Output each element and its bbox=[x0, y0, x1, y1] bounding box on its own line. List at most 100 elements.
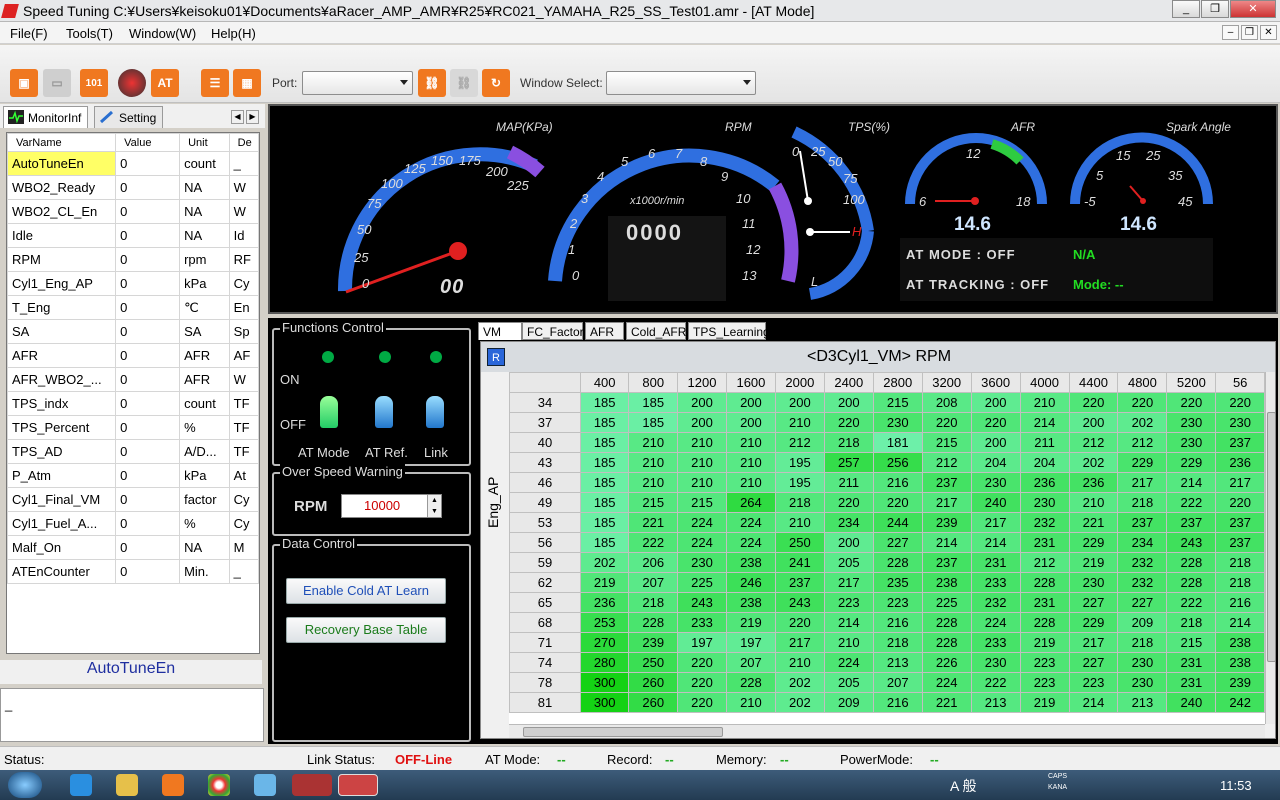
vm-row-header[interactable]: 62 bbox=[509, 572, 581, 593]
vm-table-cell[interactable]: 234 bbox=[1117, 532, 1168, 553]
vm-table-cell[interactable]: 218 bbox=[872, 632, 923, 653]
vm-table-cell[interactable]: 222 bbox=[1166, 492, 1217, 513]
vm-row-header[interactable]: 34 bbox=[509, 392, 581, 413]
tab-setting[interactable]: Setting bbox=[94, 106, 164, 128]
vm-table-cell[interactable]: 239 bbox=[921, 512, 972, 533]
vm-table-cell[interactable]: 220 bbox=[774, 612, 825, 633]
vm-table-cell[interactable]: 217 bbox=[1215, 472, 1265, 493]
vm-table-cell[interactable]: 202 bbox=[579, 552, 630, 573]
tab-afr[interactable]: AFR bbox=[585, 322, 624, 340]
vm-table-cell[interactable]: 233 bbox=[970, 572, 1021, 593]
vm-table-cell[interactable]: 260 bbox=[628, 692, 679, 713]
vm-table-cell[interactable]: 202 bbox=[774, 692, 825, 713]
vm-table-cell[interactable]: 228 bbox=[921, 612, 972, 633]
vm-table-cell[interactable]: 224 bbox=[970, 612, 1021, 633]
vm-row-header[interactable]: 71 bbox=[509, 632, 581, 653]
connect-link-icon[interactable]: ⛓ bbox=[418, 69, 446, 97]
vm-table-cell[interactable]: 220 bbox=[823, 412, 874, 433]
vm-table-cell[interactable]: 218 bbox=[823, 432, 874, 453]
vm-table-cell[interactable]: 223 bbox=[1019, 652, 1070, 673]
vm-table-cell[interactable]: 246 bbox=[725, 572, 776, 593]
vm-table-cell[interactable]: 210 bbox=[725, 472, 776, 493]
vm-table-cell[interactable]: 218 bbox=[774, 492, 825, 513]
vm-table-cell[interactable]: 243 bbox=[774, 592, 825, 613]
vm-table-cell[interactable]: 210 bbox=[725, 432, 776, 453]
vm-table-cell[interactable]: 220 bbox=[1166, 392, 1217, 413]
disconnect-link-icon[interactable]: ⛓ bbox=[450, 69, 478, 97]
rpm-limit-input[interactable]: 10000 ▲ ▼ bbox=[341, 494, 442, 518]
vm-table-cell[interactable]: 185 bbox=[628, 392, 679, 413]
minimize-button[interactable]: _ bbox=[1172, 0, 1200, 18]
vm-table-cell[interactable]: 215 bbox=[628, 492, 679, 513]
var-table-row[interactable]: WBO2_CL_En 0 NA W bbox=[7, 199, 259, 224]
vm-table-cell[interactable]: 232 bbox=[970, 592, 1021, 613]
vm-table-cell[interactable]: 213 bbox=[1117, 692, 1168, 713]
vm-table-cell[interactable]: 200 bbox=[970, 392, 1021, 413]
vm-table-cell[interactable]: 214 bbox=[921, 532, 972, 553]
vm-table-cell[interactable]: 216 bbox=[872, 612, 923, 633]
vm-table-cell[interactable]: 219 bbox=[1019, 632, 1070, 653]
window-layout-icon[interactable]: ▦ bbox=[233, 69, 261, 97]
vm-table-cell[interactable]: 197 bbox=[725, 632, 776, 653]
vm-table-cell[interactable]: 204 bbox=[1019, 452, 1070, 473]
at-mode-button[interactable]: AT bbox=[151, 69, 179, 97]
mdi-restore-button[interactable]: ❐ bbox=[1241, 25, 1258, 40]
gauge-icon[interactable] bbox=[118, 69, 146, 97]
vm-table-cell[interactable]: 228 bbox=[921, 632, 972, 653]
close-button[interactable]: ✕ bbox=[1230, 0, 1276, 18]
vm-column-header[interactable]: 4800 bbox=[1117, 372, 1168, 393]
vm-table-cell[interactable]: 235 bbox=[872, 572, 923, 593]
log-box[interactable]: _ bbox=[0, 688, 264, 742]
vm-table-cell[interactable]: 214 bbox=[1068, 692, 1119, 713]
at-mode-toggle[interactable] bbox=[320, 396, 338, 428]
list-icon[interactable]: ☰ bbox=[201, 69, 229, 97]
vm-table-cell[interactable]: 220 bbox=[677, 692, 727, 713]
vm-column-header[interactable]: 1200 bbox=[677, 372, 727, 393]
vm-table-cell[interactable]: 200 bbox=[1068, 412, 1119, 433]
vm-table-cell[interactable]: 211 bbox=[1019, 432, 1070, 453]
vm-table-cell[interactable]: 237 bbox=[1215, 512, 1265, 533]
ime-indicator[interactable]: A 般 bbox=[950, 776, 976, 796]
var-table-header[interactable]: Value bbox=[115, 133, 181, 152]
start-button[interactable] bbox=[8, 772, 42, 798]
vm-table-cell[interactable]: 229 bbox=[1117, 452, 1168, 473]
var-table-row[interactable]: T_Eng 0 ℃ En bbox=[7, 295, 259, 320]
tab-scroll-right-button[interactable]: ▶ bbox=[246, 110, 259, 124]
vm-table-cell[interactable]: 208 bbox=[921, 392, 972, 413]
vm-table-cell[interactable]: 237 bbox=[774, 572, 825, 593]
menu-tools[interactable]: Tools(T) bbox=[66, 26, 113, 41]
vm-table-cell[interactable]: 230 bbox=[970, 472, 1021, 493]
vm-table-cell[interactable]: 219 bbox=[1068, 552, 1119, 573]
vm-table-cell[interactable]: 240 bbox=[1166, 692, 1217, 713]
vm-row-header[interactable]: 68 bbox=[509, 612, 581, 633]
at-ref-toggle[interactable] bbox=[375, 396, 393, 428]
speed-tuning-taskbar-icon[interactable] bbox=[338, 774, 378, 796]
vm-table-cell[interactable]: 219 bbox=[1019, 692, 1070, 713]
rpm-limit-spinner[interactable]: ▲ ▼ bbox=[427, 495, 441, 517]
vm-table-cell[interactable]: 230 bbox=[970, 652, 1021, 673]
vm-table-cell[interactable]: 197 bbox=[677, 632, 727, 653]
r-button[interactable]: R bbox=[487, 348, 505, 366]
vm-table-cell[interactable]: 200 bbox=[823, 392, 874, 413]
vm-table-cell[interactable]: 221 bbox=[921, 692, 972, 713]
vm-table-cell[interactable]: 239 bbox=[1215, 672, 1265, 693]
vm-table-cell[interactable]: 224 bbox=[823, 652, 874, 673]
vm-table-cell[interactable]: 232 bbox=[1117, 552, 1168, 573]
var-table-row[interactable]: Cyl1_Fuel_A... 0% Cy bbox=[7, 511, 259, 536]
var-table-header[interactable]: Unit bbox=[179, 133, 230, 152]
app-icon-doc[interactable] bbox=[254, 774, 276, 796]
vm-table-cell[interactable]: 232 bbox=[1019, 512, 1070, 533]
vm-table-cell[interactable]: 256 bbox=[872, 452, 923, 473]
tab-cold-afr[interactable]: Cold_AFR bbox=[626, 322, 686, 340]
vm-table-cell[interactable]: 210 bbox=[677, 472, 727, 493]
vm-table-cell[interactable]: 220 bbox=[1068, 392, 1119, 413]
vm-table-cell[interactable]: 228 bbox=[872, 552, 923, 573]
vm-table-cell[interactable]: 200 bbox=[677, 392, 727, 413]
var-table-row[interactable]: P_Atm 0 kPa At bbox=[7, 463, 259, 488]
vm-table-cell[interactable]: 270 bbox=[579, 632, 630, 653]
vm-table-cell[interactable]: 200 bbox=[725, 412, 776, 433]
vm-table-cell[interactable]: 230 bbox=[1117, 652, 1168, 673]
vm-table-cell[interactable]: 238 bbox=[725, 552, 776, 573]
vm-table-cell[interactable]: 210 bbox=[774, 412, 825, 433]
vm-table-cell[interactable]: 230 bbox=[872, 412, 923, 433]
